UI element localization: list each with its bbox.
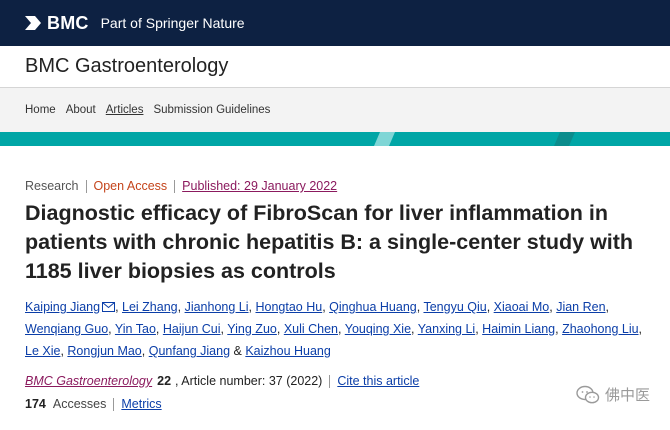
volume-number: 22 [157, 374, 172, 388]
author-link[interactable]: Haimin Liang [482, 322, 555, 336]
meta-divider [329, 374, 331, 388]
article-title: Diagnostic efficacy of FibroScan for liv… [25, 201, 634, 283]
watermark: 佛中医 [576, 384, 650, 405]
article-type: Research [25, 179, 79, 193]
metrics-link[interactable]: Metrics [121, 397, 161, 411]
brand-name[interactable]: BMC [47, 13, 89, 34]
citation-line: BMC Gastroenterology 22 , Article number… [25, 374, 645, 388]
author-link[interactable]: Youqing Xie [345, 322, 411, 336]
author-link[interactable]: Jian Ren [556, 300, 605, 314]
article-meta: Research Open Access Published: 29 Janua… [25, 179, 645, 193]
brand-tagline[interactable]: Part of Springer Nature [101, 15, 245, 31]
author-link[interactable]: Hongtao Hu [255, 300, 322, 314]
author-link[interactable]: Qinghua Huang [329, 300, 417, 314]
watermark-text: 佛中医 [604, 387, 650, 404]
author-link[interactable]: Le Xie [25, 344, 60, 358]
author-link[interactable]: Qunfang Jiang [149, 344, 230, 358]
brand-bar: BMC Part of Springer Nature [0, 0, 670, 46]
metrics-line: 174 Accesses Metrics [25, 397, 645, 411]
published-date-link[interactable]: Published: 29 January 2022 [182, 179, 337, 193]
bmc-logo-icon[interactable] [25, 16, 41, 30]
author-link[interactable]: Yin Tao [115, 322, 156, 336]
accesses-count: 174 [25, 397, 46, 411]
author-link[interactable]: Kaiping Jiang [25, 300, 100, 314]
meta-divider [174, 179, 176, 193]
author-link[interactable]: Xuli Chen [284, 322, 338, 336]
journal-title[interactable]: BMC Gastroenterology [25, 55, 228, 78]
author-list: Kaiping Jiang, Lei Zhang, Jianhong Li, H… [25, 300, 643, 358]
nav-item-submission-guidelines[interactable]: Submission Guidelines [153, 104, 270, 116]
author-link[interactable]: Ying Zuo [227, 322, 277, 336]
author-link[interactable]: Tengyu Qiu [423, 300, 486, 314]
author-link[interactable]: Xiaoai Mo [494, 300, 550, 314]
journal-reference-link[interactable]: BMC Gastroenterology [25, 374, 152, 388]
meta-divider [85, 179, 87, 193]
accent-stripe [0, 132, 670, 146]
journal-nav: Home About Articles Submission Guideline… [0, 88, 670, 132]
author-link[interactable]: Jianhong Li [185, 300, 249, 314]
author-link[interactable]: Zhaohong Liu [562, 322, 638, 336]
cite-article-link[interactable]: Cite this article [337, 374, 419, 388]
mail-icon[interactable] [102, 302, 116, 312]
author-link[interactable]: Wenqiang Guo [25, 322, 108, 336]
article-header: Research Open Access Published: 29 Janua… [0, 146, 670, 411]
nav-item-home[interactable]: Home [25, 104, 56, 116]
accesses-label: Accesses [52, 397, 107, 411]
author-link[interactable]: Kaizhou Huang [245, 344, 330, 358]
authors-conjunction: & [233, 344, 242, 358]
author-link[interactable]: Yanxing Li [418, 322, 475, 336]
author-link[interactable]: Lei Zhang [122, 300, 178, 314]
meta-divider [113, 397, 115, 411]
wechat-icon [576, 385, 600, 403]
journal-bar: BMC Gastroenterology [0, 46, 670, 88]
author-link[interactable]: Haijun Cui [163, 322, 221, 336]
nav-item-about[interactable]: About [66, 104, 96, 116]
article-number: , Article number: 37 (2022) [175, 374, 323, 388]
open-access-label: Open Access [93, 179, 168, 193]
author-link[interactable]: Rongjun Mao [67, 344, 141, 358]
nav-item-articles[interactable]: Articles [106, 104, 144, 116]
